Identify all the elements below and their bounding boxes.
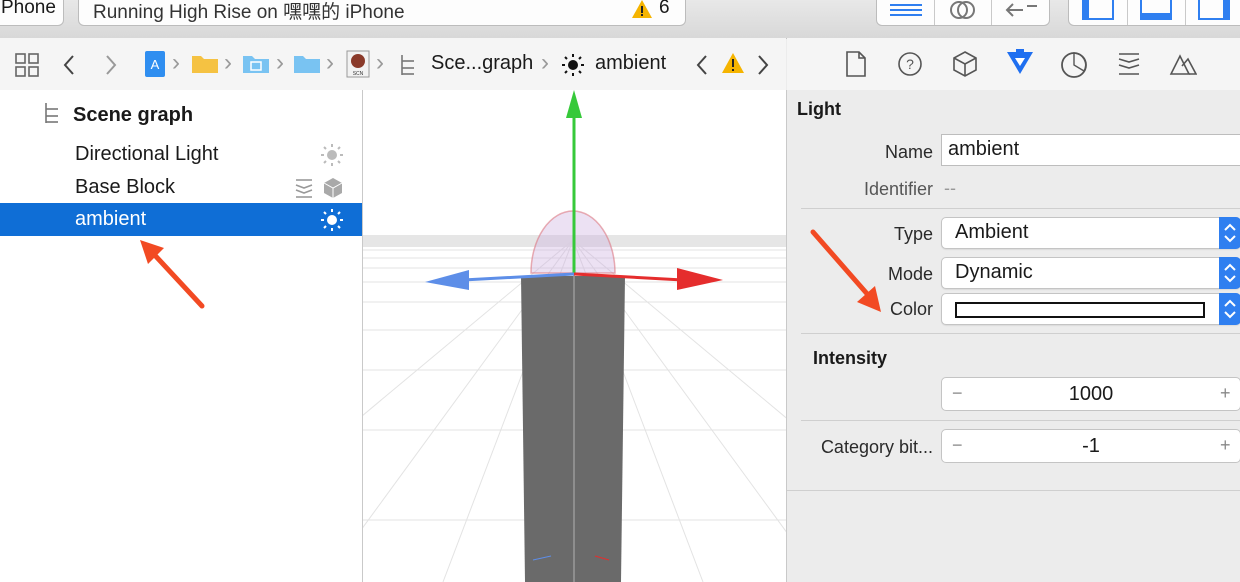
- geometry-cube-icon: [323, 178, 343, 198]
- name-value: ambient: [948, 138, 1020, 160]
- debug-area-toggle-icon[interactable]: [1139, 0, 1173, 21]
- light-icon: [321, 209, 343, 231]
- svg-text:?: ?: [906, 56, 914, 72]
- scene-inspector-icon[interactable]: [1169, 52, 1197, 76]
- quick-help-icon[interactable]: ?: [897, 51, 923, 77]
- assistant-editor-icon[interactable]: [947, 0, 977, 21]
- attributes-inspector-icon[interactable]: [1005, 48, 1035, 78]
- back-chevron-icon[interactable]: [62, 54, 76, 76]
- device-label: Phone: [1, 0, 56, 18]
- popup-arrows-icon: [1219, 293, 1240, 325]
- run-status-text: Running High Rise on 嘿嘿的 iPhone: [93, 2, 405, 23]
- activity-status-bar: Running High Rise on 嘿嘿的 iPhone 6: [78, 0, 686, 26]
- breadcrumb-separator-icon: ›: [326, 49, 334, 76]
- breadcrumb-separator-icon: ›: [276, 49, 284, 76]
- name-label: Name: [884, 142, 933, 162]
- light-node-icon[interactable]: [561, 53, 585, 77]
- editor-mode-control: [876, 0, 1050, 26]
- file-inspector-icon[interactable]: [845, 51, 867, 77]
- next-issue-icon[interactable]: [756, 54, 770, 76]
- view-toggle-control: [1068, 0, 1240, 26]
- issue-warning-icon[interactable]: [721, 52, 745, 74]
- standard-editor-icon[interactable]: [889, 3, 923, 17]
- breadcrumb-ambient[interactable]: ambient: [595, 52, 666, 75]
- scene-viewport[interactable]: [363, 90, 787, 582]
- folder-icon[interactable]: [191, 52, 219, 74]
- breadcrumb-separator-icon: ›: [224, 49, 232, 76]
- material-icon: [295, 179, 313, 198]
- popup-arrows-icon: [1219, 257, 1240, 289]
- node-inspector-icon[interactable]: [951, 50, 979, 78]
- attributes-inspector: Light Name ambient Identifier -- Type Am…: [787, 90, 1240, 582]
- outline-item-label: Base Block: [75, 176, 176, 198]
- type-value: Ambient: [955, 221, 1029, 243]
- mode-value: Dynamic: [955, 261, 1033, 283]
- scn-file-icon[interactable]: SCN: [346, 50, 370, 78]
- project-file-icon[interactable]: A: [144, 50, 166, 78]
- breadcrumb-separator-icon: ›: [172, 49, 180, 76]
- outline-item-label: ambient: [75, 208, 147, 230]
- scene-graph-icon: [45, 103, 58, 123]
- scene-graph-icon[interactable]: [398, 53, 418, 77]
- warning-count: 6: [659, 0, 670, 18]
- increment-button[interactable]: +: [1220, 383, 1231, 404]
- light-icon: [321, 144, 343, 166]
- popup-arrows-icon: [1219, 217, 1240, 249]
- version-editor-icon[interactable]: [1005, 1, 1039, 19]
- intensity-value[interactable]: 1000: [942, 383, 1240, 406]
- divider: [787, 490, 1240, 491]
- category-bitmask-label: Category bit...: [820, 437, 933, 457]
- name-field[interactable]: ambient: [941, 134, 1240, 166]
- outline-item-base-block[interactable]: Base Block: [0, 171, 362, 204]
- intensity-section-title: Intensity: [813, 348, 888, 368]
- type-popup[interactable]: Ambient: [941, 217, 1240, 249]
- breadcrumb-scene-graph[interactable]: Sce...graph: [431, 52, 533, 75]
- outline-item-ambient[interactable]: ambient: [0, 203, 362, 236]
- previous-issue-icon[interactable]: [695, 54, 709, 76]
- increment-button[interactable]: +: [1220, 435, 1231, 456]
- light-section-title: Light: [797, 99, 841, 119]
- physics-inspector-icon[interactable]: [1059, 50, 1089, 80]
- navigator-toggle-icon[interactable]: [1081, 0, 1115, 21]
- divider: [801, 333, 1240, 334]
- outline-item-directional-light[interactable]: Directional Light: [0, 138, 362, 171]
- utilities-toggle-icon[interactable]: [1197, 0, 1231, 21]
- color-swatch: [955, 302, 1205, 318]
- divider: [801, 208, 1240, 209]
- inspector-selector-bar: ?: [787, 38, 1240, 91]
- breadcrumb-separator-icon: ›: [541, 49, 549, 76]
- related-items-icon[interactable]: [14, 52, 40, 78]
- svg-text:SCN: SCN: [353, 71, 364, 77]
- scene-outline: Scene graph Directional Light Base Block…: [0, 90, 363, 582]
- annotation-arrow-icon: [140, 240, 205, 309]
- annotation-arrow-icon: [810, 229, 881, 312]
- outline-header: Scene graph: [73, 104, 194, 126]
- identifier-value[interactable]: --: [944, 178, 956, 199]
- assets-folder-icon[interactable]: [242, 52, 270, 74]
- folder-icon[interactable]: [293, 52, 321, 74]
- intensity-stepper[interactable]: − 1000 +: [941, 377, 1240, 411]
- jump-bar: A › › › › SCN › Sce...graph › ambient: [0, 38, 786, 91]
- warning-icon[interactable]: [631, 0, 653, 19]
- window-toolbar: Phone Running High Rise on 嘿嘿的 iPhone 6: [0, 0, 1240, 39]
- device-selector-button[interactable]: Phone: [0, 0, 64, 26]
- breadcrumb-separator-icon: ›: [376, 49, 384, 76]
- divider: [801, 420, 1240, 421]
- category-bitmask-value[interactable]: -1: [942, 435, 1240, 458]
- forward-chevron-icon[interactable]: [104, 54, 118, 76]
- identifier-label: Identifier: [863, 179, 933, 199]
- outline-item-label: Directional Light: [75, 143, 219, 165]
- mode-popup[interactable]: Dynamic: [941, 257, 1240, 289]
- color-well[interactable]: [941, 293, 1240, 325]
- svg-text:A: A: [151, 57, 160, 72]
- materials-inspector-icon[interactable]: [1117, 51, 1141, 77]
- scene-render[interactable]: [363, 90, 786, 582]
- category-bitmask-stepper[interactable]: − -1 +: [941, 429, 1240, 463]
